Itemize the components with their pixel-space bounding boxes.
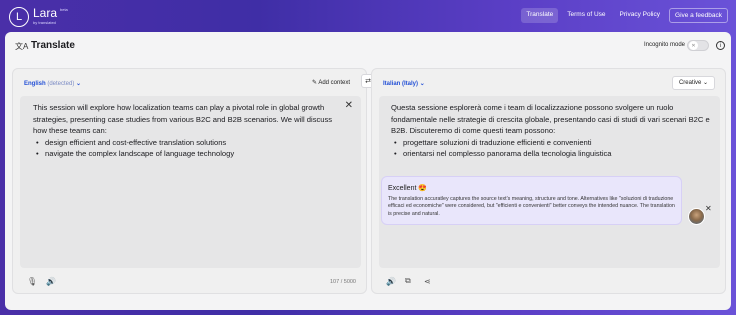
copy-icon[interactable]: ⧉ [405, 276, 411, 286]
source-language: English [24, 81, 46, 87]
chevron-down-icon: ⌄ [702, 80, 708, 86]
source-bullet: design efficient and cost-effective tran… [33, 137, 333, 149]
add-context-button[interactable]: ✎ Add context [312, 79, 350, 86]
beta-badge: beta [60, 7, 68, 12]
character-counter: 107 / 5000 [330, 279, 356, 285]
quality-title: Excellent 😍 [388, 184, 427, 192]
source-text: This session will explore how localizati… [33, 102, 333, 160]
nav-privacy[interactable]: Privacy Policy [615, 8, 665, 23]
style-label: Creative [678, 80, 702, 86]
target-bullet-list: progettare soluzioni di traduzione effic… [391, 137, 713, 160]
detected-label: (detected) [47, 81, 75, 87]
source-footer: 🎙 🔊 107 / 5000 [13, 269, 366, 293]
avatar[interactable] [688, 208, 705, 225]
app-name: Lara [33, 6, 58, 20]
source-text-input[interactable]: This session will explore how localizati… [20, 96, 361, 268]
target-intro: Questa sessione esplorerà come i team di… [391, 103, 710, 136]
nav-terms[interactable]: Terms of Use [562, 8, 610, 23]
chevron-down-icon: ⌄ [76, 81, 82, 87]
feedback-button[interactable]: Give a feedback [669, 8, 728, 23]
source-language-select[interactable]: English (detected) ⌄ [24, 80, 81, 87]
chevron-down-icon: ⌄ [419, 81, 425, 87]
source-header: English (detected) ⌄ ✎ Add context [13, 69, 366, 95]
source-bullet-list: design efficient and cost-effective tran… [33, 137, 333, 160]
share-icon[interactable]: ⋖ [424, 277, 431, 286]
source-card: English (detected) ⌄ ✎ Add context This … [12, 68, 367, 294]
add-context-icon: ✎ [311, 80, 317, 86]
target-footer: 🔊 ⧉ ⋖ [372, 269, 725, 293]
page-title: Translate [31, 40, 75, 51]
microphone-icon[interactable]: 🎙 [27, 277, 37, 286]
style-select[interactable]: Creative ⌄ [671, 76, 715, 90]
incognito-label: Incognito mode [643, 42, 685, 48]
add-context-label: Add context [318, 80, 350, 86]
target-header: Italian (Italy) ⌄ Creative ⌄ [372, 69, 725, 95]
app-byline: by translated [33, 20, 56, 25]
quality-feedback-card: Excellent 😍 The translation accuratley c… [381, 176, 682, 225]
top-bar: L Lara beta by translated Translate Term… [0, 0, 736, 32]
nav-translate[interactable]: Translate [521, 8, 559, 23]
main-panel: 文A Translate Incognito mode ✕ i English … [5, 32, 731, 310]
top-nav: Translate Terms of Use Privacy Policy Gi… [521, 8, 728, 23]
target-bullet: orientarsi nel complesso panorama della … [391, 148, 713, 160]
incognito-toggle[interactable]: ✕ [687, 40, 709, 51]
target-language-select[interactable]: Italian (Italy) ⌄ [383, 80, 425, 87]
translate-icon: 文A [15, 42, 29, 51]
quality-rating: Excellent [388, 185, 417, 192]
source-intro: This session will explore how localizati… [33, 103, 333, 136]
logo-icon[interactable]: L [9, 7, 29, 27]
toggle-off-icon: ✕ [689, 41, 698, 50]
target-language: Italian (Italy) [383, 81, 419, 87]
speaker-icon[interactable]: 🔊 [386, 277, 396, 286]
close-icon[interactable]: ✕ [705, 204, 712, 213]
target-text: Questa sessione esplorerà come i team di… [391, 102, 713, 160]
target-bullet: progettare soluzioni di traduzione effic… [391, 137, 713, 149]
heart-eyes-icon: 😍 [418, 185, 428, 192]
info-icon[interactable]: i [716, 41, 725, 50]
source-bullet: navigate the complex landscape of langua… [33, 148, 333, 160]
speaker-icon[interactable]: 🔊 [46, 277, 56, 286]
quality-explanation: The translation accuratley captures the … [388, 196, 675, 217]
clear-text-icon[interactable]: ✕ [345, 100, 353, 111]
title-row: 文A Translate Incognito mode ✕ i [5, 32, 731, 60]
